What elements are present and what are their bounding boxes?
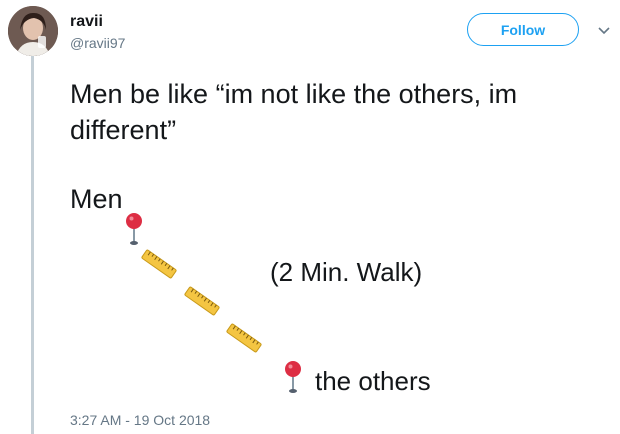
chevron-down-icon[interactable] bbox=[597, 24, 611, 38]
others-label: the others bbox=[315, 366, 431, 396]
thread-line bbox=[31, 56, 34, 434]
follow-button[interactable]: Follow bbox=[467, 13, 579, 46]
straight-ruler-icon bbox=[141, 249, 177, 279]
tweet-text: Men be like “im not like the others, im … bbox=[70, 79, 525, 145]
straight-ruler-icon bbox=[184, 286, 220, 316]
tweet-timestamp[interactable]: 3:27 AM - 19 Oct 2018 bbox=[70, 412, 210, 428]
avatar[interactable] bbox=[8, 6, 58, 56]
straight-ruler-icon bbox=[226, 323, 262, 353]
user-handle[interactable]: @ravii97 bbox=[70, 35, 125, 51]
men-label: Men bbox=[70, 184, 123, 214]
walk-label: (2 Min. Walk) bbox=[270, 257, 423, 287]
round-pushpin-icon bbox=[285, 361, 301, 393]
avatar-image bbox=[8, 6, 58, 56]
display-name[interactable]: ravii bbox=[70, 13, 103, 31]
round-pushpin-icon bbox=[126, 213, 142, 245]
